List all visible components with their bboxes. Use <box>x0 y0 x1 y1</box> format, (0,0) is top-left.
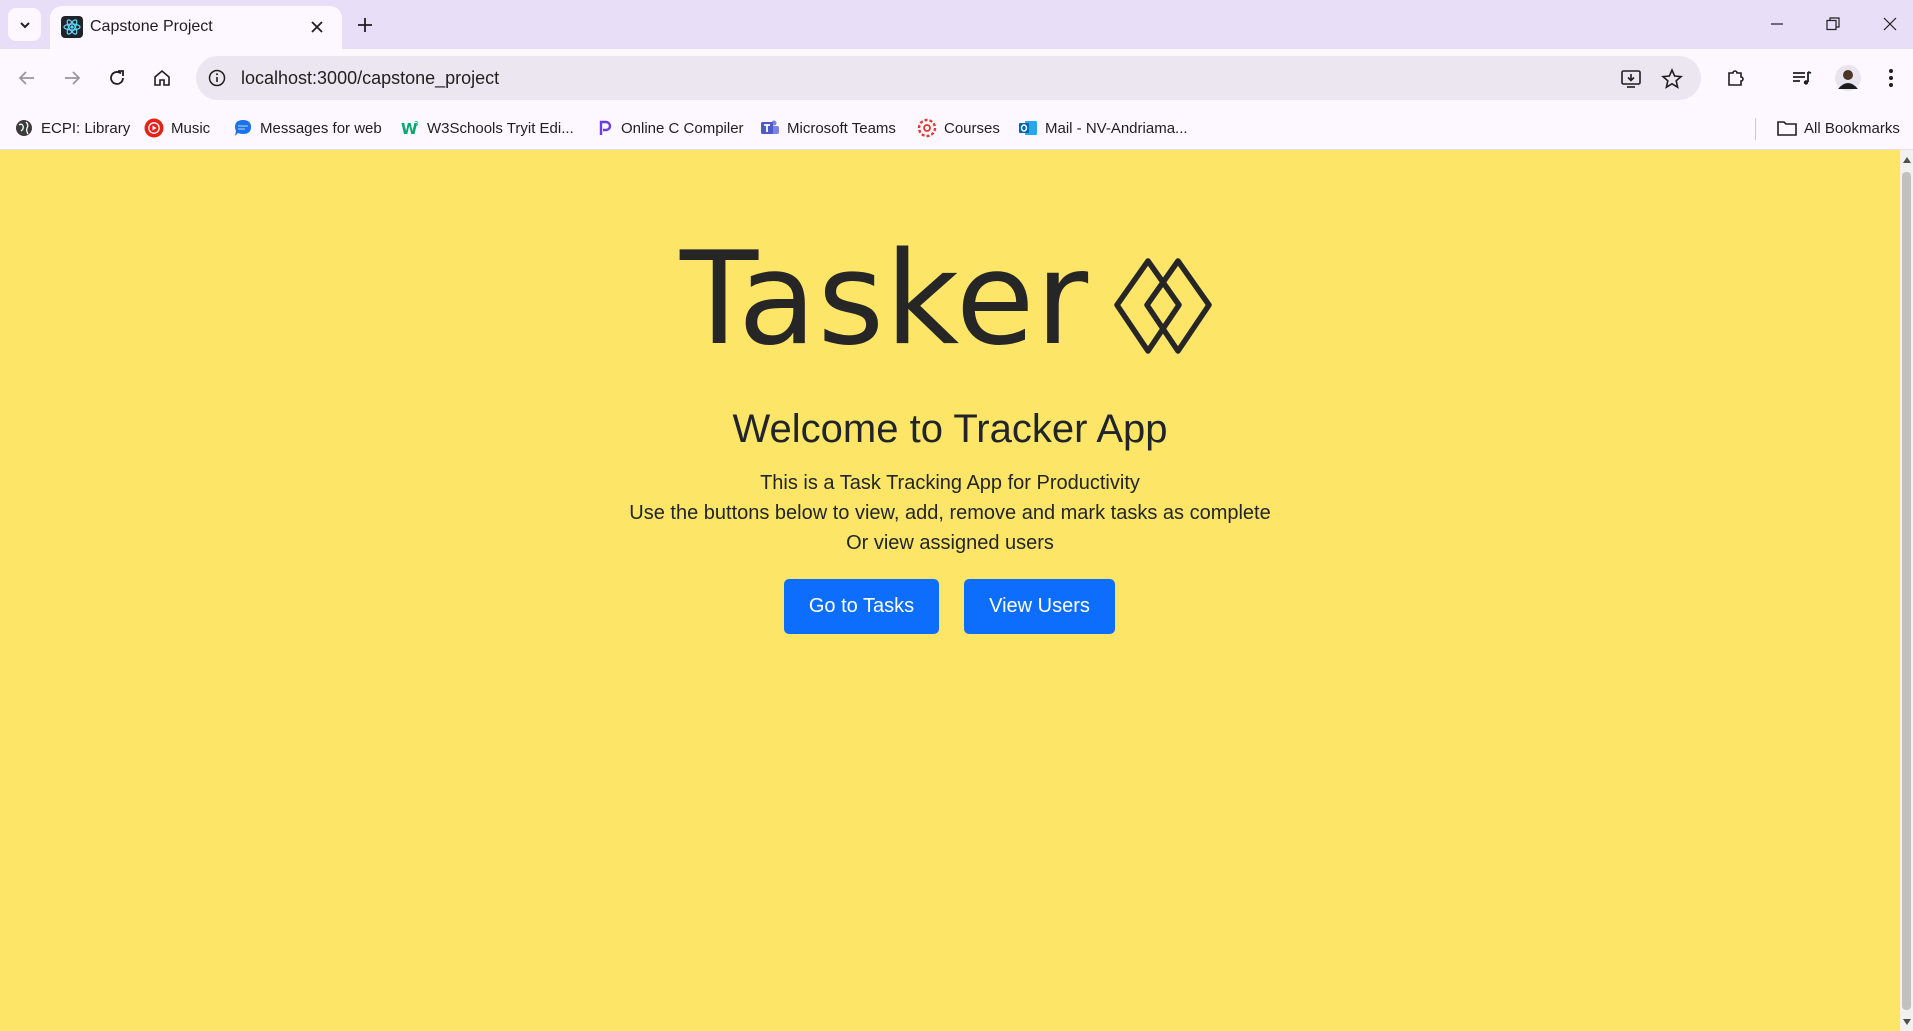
back-button[interactable] <box>11 62 43 94</box>
media-controls-button[interactable] <box>1786 62 1818 94</box>
minimize-button[interactable] <box>1757 8 1797 40</box>
description-line-3: Or view assigned users <box>846 532 1054 554</box>
browser-menu-button[interactable] <box>1875 62 1907 94</box>
install-icon <box>1621 70 1641 88</box>
arrow-left-icon <box>18 71 34 85</box>
view-users-button[interactable]: View Users <box>964 579 1115 634</box>
description-line-2: Use the buttons below to view, add, remo… <box>629 502 1271 524</box>
info-icon <box>208 69 226 87</box>
close-icon <box>1883 17 1897 31</box>
address-bar[interactable]: localhost:3000/capstone_project <box>196 56 1701 100</box>
close-window-button[interactable] <box>1870 8 1910 40</box>
description-line-1: This is a Task Tracking App for Producti… <box>760 472 1140 494</box>
tab-capstone-project[interactable]: Capstone Project <box>50 6 342 49</box>
messages-icon <box>233 118 253 138</box>
svg-text:3: 3 <box>414 120 418 128</box>
logo-text: Tasker <box>680 225 1090 374</box>
bookmark-mail[interactable]: Mail - NV-Andriama... <box>1018 116 1188 140</box>
bookmarks-bar: ECPI: Library Music Messages for web W3 … <box>0 107 1913 150</box>
scroll-down-arrow[interactable] <box>1903 1019 1911 1025</box>
home-icon <box>154 69 170 86</box>
w3schools-icon: W3 <box>400 118 420 138</box>
all-bookmarks-label: All Bookmarks <box>1804 119 1900 137</box>
courses-icon <box>917 118 937 138</box>
compiler-icon <box>594 118 614 138</box>
bookmark-online-c-compiler[interactable]: Online C Compiler <box>594 116 744 140</box>
bookmark-messages-for-web[interactable]: Messages for web <box>233 116 382 140</box>
star-icon <box>1661 68 1683 89</box>
tab-strip: Capstone Project <box>0 0 1913 49</box>
tab-close-button[interactable] <box>306 16 328 38</box>
avatar <box>1835 65 1861 91</box>
globe-icon <box>14 118 34 138</box>
close-icon <box>311 21 323 33</box>
bookmark-label: Courses <box>944 119 1000 137</box>
bookmark-label: Music <box>171 119 211 137</box>
bookmark-w3schools[interactable]: W3 W3Schools Tryit Edi... <box>400 116 574 140</box>
all-bookmarks-button[interactable]: All Bookmarks <box>1777 116 1900 140</box>
arrow-right-icon <box>65 71 81 85</box>
tab-search-button[interactable] <box>8 8 41 41</box>
browser-toolbar: localhost:3000/capstone_project <box>0 49 1913 107</box>
bookmark-label: Messages for web <box>260 119 382 137</box>
puzzle-icon <box>1728 70 1744 86</box>
home-button[interactable] <box>146 62 178 94</box>
diamond-logo-icon <box>1114 258 1212 354</box>
more-vertical-icon <box>1889 69 1893 87</box>
teams-icon <box>760 118 780 138</box>
page-title: Welcome to Tracker App <box>732 407 1168 451</box>
bookmark-music[interactable]: Music <box>144 116 210 140</box>
bookmark-courses[interactable]: Courses <box>917 116 1000 140</box>
minimize-icon <box>1771 23 1783 25</box>
extensions-button[interactable] <box>1720 62 1752 94</box>
react-icon <box>61 16 83 38</box>
chevron-down-icon <box>19 21 30 28</box>
plus-icon <box>358 18 372 32</box>
bookmarks-separator <box>1755 118 1756 140</box>
site-info-button[interactable] <box>206 67 228 89</box>
outlook-icon <box>1018 118 1038 138</box>
restore-icon <box>1826 17 1840 31</box>
bookmark-label: Online C Compiler <box>621 119 744 137</box>
page-scrollbar[interactable] <box>1900 150 1913 1031</box>
url-text: localhost:3000/capstone_project <box>241 68 500 88</box>
go-to-tasks-button[interactable]: Go to Tasks <box>784 579 939 634</box>
bookmark-label: ECPI: Library <box>41 119 131 137</box>
install-app-button[interactable] <box>1618 66 1644 92</box>
bookmark-label: Microsoft Teams <box>787 119 896 137</box>
new-tab-button[interactable] <box>352 12 378 38</box>
bookmark-ecpi-library[interactable]: ECPI: Library <box>14 116 130 140</box>
reload-icon <box>110 70 124 85</box>
youtube-music-icon <box>144 118 164 138</box>
bookmark-label: W3Schools Tryit Edi... <box>427 119 574 137</box>
restore-button[interactable] <box>1813 8 1853 40</box>
tab-title: Capstone Project <box>90 18 213 35</box>
folder-icon <box>1777 118 1797 138</box>
scroll-thumb[interactable] <box>1902 172 1911 1010</box>
reload-button[interactable] <box>101 62 133 94</box>
forward-button[interactable] <box>56 62 88 94</box>
bookmark-label: Mail - NV-Andriama... <box>1045 119 1188 137</box>
media-queue-icon <box>1793 71 1812 85</box>
bookmark-star-button[interactable] <box>1659 66 1685 92</box>
scroll-up-arrow[interactable] <box>1903 157 1911 163</box>
profile-button[interactable] <box>1832 62 1864 94</box>
page-content: Tasker Welcome to Tracker App This is a … <box>0 150 1900 1031</box>
bookmark-microsoft-teams[interactable]: Microsoft Teams <box>760 116 896 140</box>
tasker-logo: Tasker <box>680 235 1220 365</box>
